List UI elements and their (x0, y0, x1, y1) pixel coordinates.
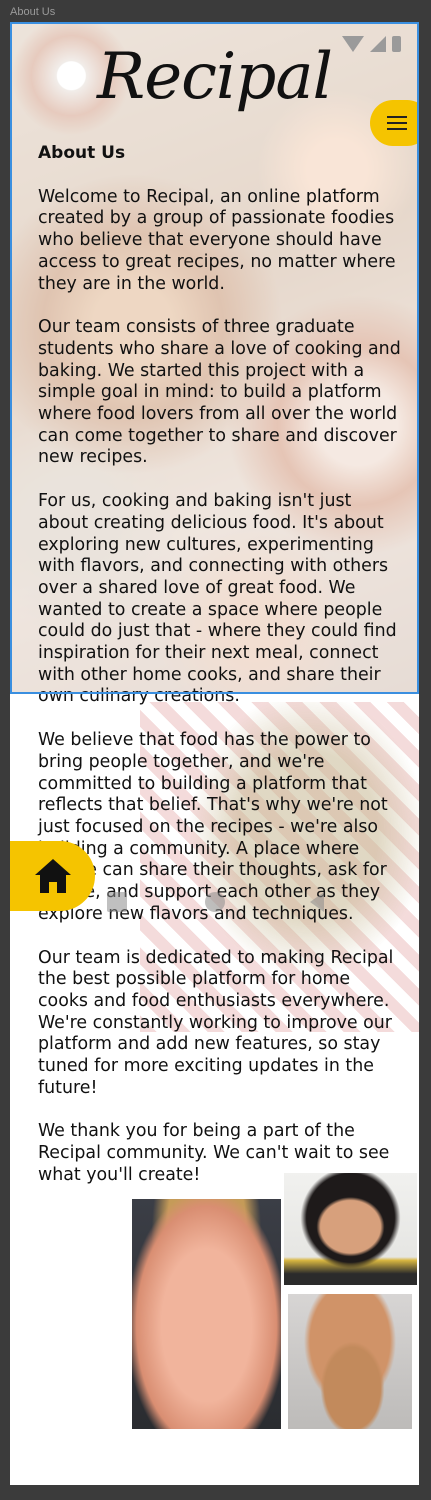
home-button[interactable] (10, 841, 95, 911)
about-paragraph: Welcome to Recipal, an online platform c… (38, 186, 396, 294)
team-member-photo (284, 1173, 417, 1285)
about-paragraph: Our team consists of three graduate stud… (38, 317, 401, 468)
back-icon[interactable] (310, 892, 324, 912)
about-paragraph: Our team is dedicated to making Recipal … (38, 947, 394, 1098)
team-member-photo (288, 1294, 412, 1429)
recent-apps-icon[interactable] (107, 892, 127, 912)
home-circle-icon[interactable] (205, 892, 225, 912)
frame-label: About Us (10, 6, 56, 18)
phone-screen: Recipal About Us Welcome to Recipal, an … (10, 22, 419, 1485)
team-member-photo (132, 1199, 281, 1429)
hamburger-menu-icon (387, 116, 407, 118)
page-title: About Us (38, 143, 126, 163)
about-paragraph: For us, cooking and baking isn't just ab… (38, 491, 397, 707)
home-icon (34, 859, 71, 893)
about-content: About Us Welcome to Recipal, an online p… (38, 143, 403, 1209)
hamburger-menu-icon (387, 122, 407, 124)
hamburger-menu-icon (387, 128, 407, 130)
menu-button[interactable] (370, 100, 419, 146)
app-logo[interactable]: Recipal (10, 40, 419, 114)
